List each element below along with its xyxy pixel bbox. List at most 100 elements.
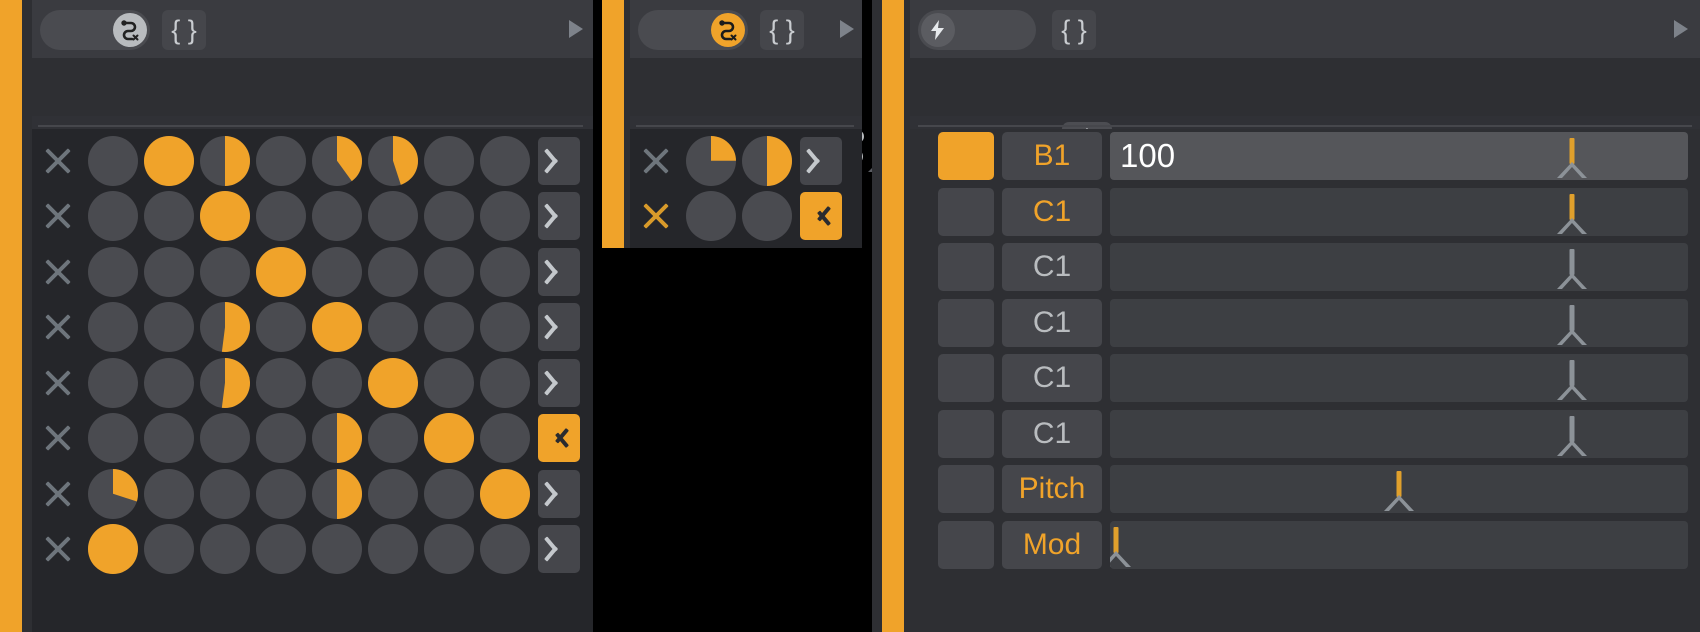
step-dot[interactable] xyxy=(200,246,250,297)
note-label[interactable]: Mod xyxy=(1002,520,1102,569)
step-dot[interactable] xyxy=(480,246,530,297)
row-clear-button[interactable] xyxy=(38,474,78,514)
row-direction-button[interactable] xyxy=(538,525,580,574)
row-clear-button[interactable] xyxy=(38,418,78,458)
step-dot[interactable] xyxy=(480,135,530,186)
step-dot[interactable] xyxy=(368,191,418,242)
value-slider-handle[interactable] xyxy=(1555,132,1589,180)
step-dot[interactable] xyxy=(480,413,530,464)
step-dot[interactable] xyxy=(480,302,530,353)
step-dot[interactable] xyxy=(368,135,418,186)
note-label[interactable]: C1 xyxy=(1002,298,1102,347)
step-dot[interactable] xyxy=(256,357,306,408)
step-dot[interactable] xyxy=(88,191,138,242)
step-dot[interactable] xyxy=(368,246,418,297)
step-dot[interactable] xyxy=(312,191,362,242)
play-triangle-icon[interactable] xyxy=(1674,20,1688,38)
row-clear-button[interactable] xyxy=(38,529,78,569)
step-dot[interactable] xyxy=(368,413,418,464)
step-dot[interactable] xyxy=(256,524,306,575)
step-dot[interactable] xyxy=(368,302,418,353)
value-track[interactable] xyxy=(1110,243,1688,291)
play-triangle-icon[interactable] xyxy=(840,20,854,38)
step-dot[interactable] xyxy=(312,302,362,353)
step-dot[interactable] xyxy=(312,468,362,519)
step-dot[interactable] xyxy=(368,468,418,519)
note-enable-toggle[interactable] xyxy=(938,354,994,402)
value-slider-handle[interactable] xyxy=(1555,299,1589,347)
step-dot[interactable] xyxy=(368,357,418,408)
step-dot[interactable] xyxy=(312,524,362,575)
step-dot[interactable] xyxy=(742,191,792,242)
note-label[interactable]: Pitch xyxy=(1002,465,1102,513)
step-dot[interactable] xyxy=(200,191,250,242)
step-dot[interactable] xyxy=(200,468,250,519)
step-dot[interactable] xyxy=(256,191,306,242)
step-dot[interactable] xyxy=(144,357,194,408)
row-direction-button[interactable] xyxy=(800,192,842,241)
step-dot[interactable] xyxy=(144,191,194,242)
step-dot[interactable] xyxy=(88,468,138,519)
step-dot[interactable] xyxy=(424,413,474,464)
step-dot[interactable] xyxy=(88,357,138,408)
step-dot[interactable] xyxy=(200,413,250,464)
note-label[interactable]: B1 xyxy=(1002,132,1102,180)
note-enable-toggle[interactable] xyxy=(938,243,994,291)
step-dot[interactable] xyxy=(144,468,194,519)
row-direction-button[interactable] xyxy=(538,136,580,185)
row-clear-button[interactable] xyxy=(38,307,78,347)
step-dot[interactable] xyxy=(200,135,250,186)
step-dot[interactable] xyxy=(88,413,138,464)
step-dot[interactable] xyxy=(480,468,530,519)
lightning-toggle-icon[interactable] xyxy=(918,10,1036,50)
row-clear-button[interactable] xyxy=(38,196,78,236)
note-enable-toggle[interactable] xyxy=(938,520,994,569)
braces-icon[interactable]: { } xyxy=(760,10,804,50)
row-direction-button[interactable] xyxy=(538,358,580,407)
note-enable-toggle[interactable] xyxy=(938,298,994,347)
note-enable-toggle[interactable] xyxy=(938,187,994,236)
step-dot[interactable] xyxy=(424,524,474,575)
note-enable-toggle[interactable] xyxy=(938,465,994,513)
note-label[interactable]: C1 xyxy=(1002,354,1102,402)
braces-icon[interactable]: { } xyxy=(162,10,206,50)
step-dot[interactable] xyxy=(686,191,736,242)
step-dot[interactable] xyxy=(424,191,474,242)
value-slider-handle[interactable] xyxy=(1555,188,1589,236)
row-clear-button[interactable] xyxy=(636,141,676,181)
row-clear-button[interactable] xyxy=(38,252,78,292)
step-dot[interactable] xyxy=(312,413,362,464)
step-dot[interactable] xyxy=(368,524,418,575)
row-clear-button[interactable] xyxy=(38,141,78,181)
play-triangle-icon[interactable] xyxy=(569,20,583,38)
note-label[interactable]: C1 xyxy=(1002,187,1102,236)
value-slider-handle[interactable] xyxy=(1555,410,1589,458)
step-dot[interactable] xyxy=(424,468,474,519)
step-dot[interactable] xyxy=(144,246,194,297)
row-clear-button[interactable] xyxy=(38,363,78,403)
value-track[interactable] xyxy=(1110,409,1688,458)
value-track[interactable] xyxy=(1110,520,1688,569)
step-dot[interactable] xyxy=(256,135,306,186)
step-dot[interactable] xyxy=(256,246,306,297)
step-dot[interactable] xyxy=(144,413,194,464)
value-slider-handle[interactable] xyxy=(1555,243,1589,291)
step-dot[interactable] xyxy=(88,246,138,297)
step-dot[interactable] xyxy=(686,135,736,186)
step-dot[interactable] xyxy=(742,135,792,186)
braces-icon[interactable]: { } xyxy=(1052,10,1096,50)
note-enable-toggle[interactable] xyxy=(938,409,994,458)
step-dot[interactable] xyxy=(88,302,138,353)
snake-toggle-icon[interactable] xyxy=(638,10,748,50)
step-dot[interactable] xyxy=(200,357,250,408)
step-dot[interactable] xyxy=(424,246,474,297)
value-track[interactable] xyxy=(1110,187,1688,236)
step-dot[interactable] xyxy=(424,302,474,353)
step-dot[interactable] xyxy=(312,246,362,297)
snake-toggle-icon[interactable] xyxy=(40,10,150,50)
note-label[interactable]: C1 xyxy=(1002,409,1102,458)
value-slider-handle[interactable] xyxy=(1555,354,1589,402)
step-dot[interactable] xyxy=(424,357,474,408)
row-direction-button[interactable] xyxy=(538,414,580,463)
step-dot[interactable] xyxy=(424,135,474,186)
